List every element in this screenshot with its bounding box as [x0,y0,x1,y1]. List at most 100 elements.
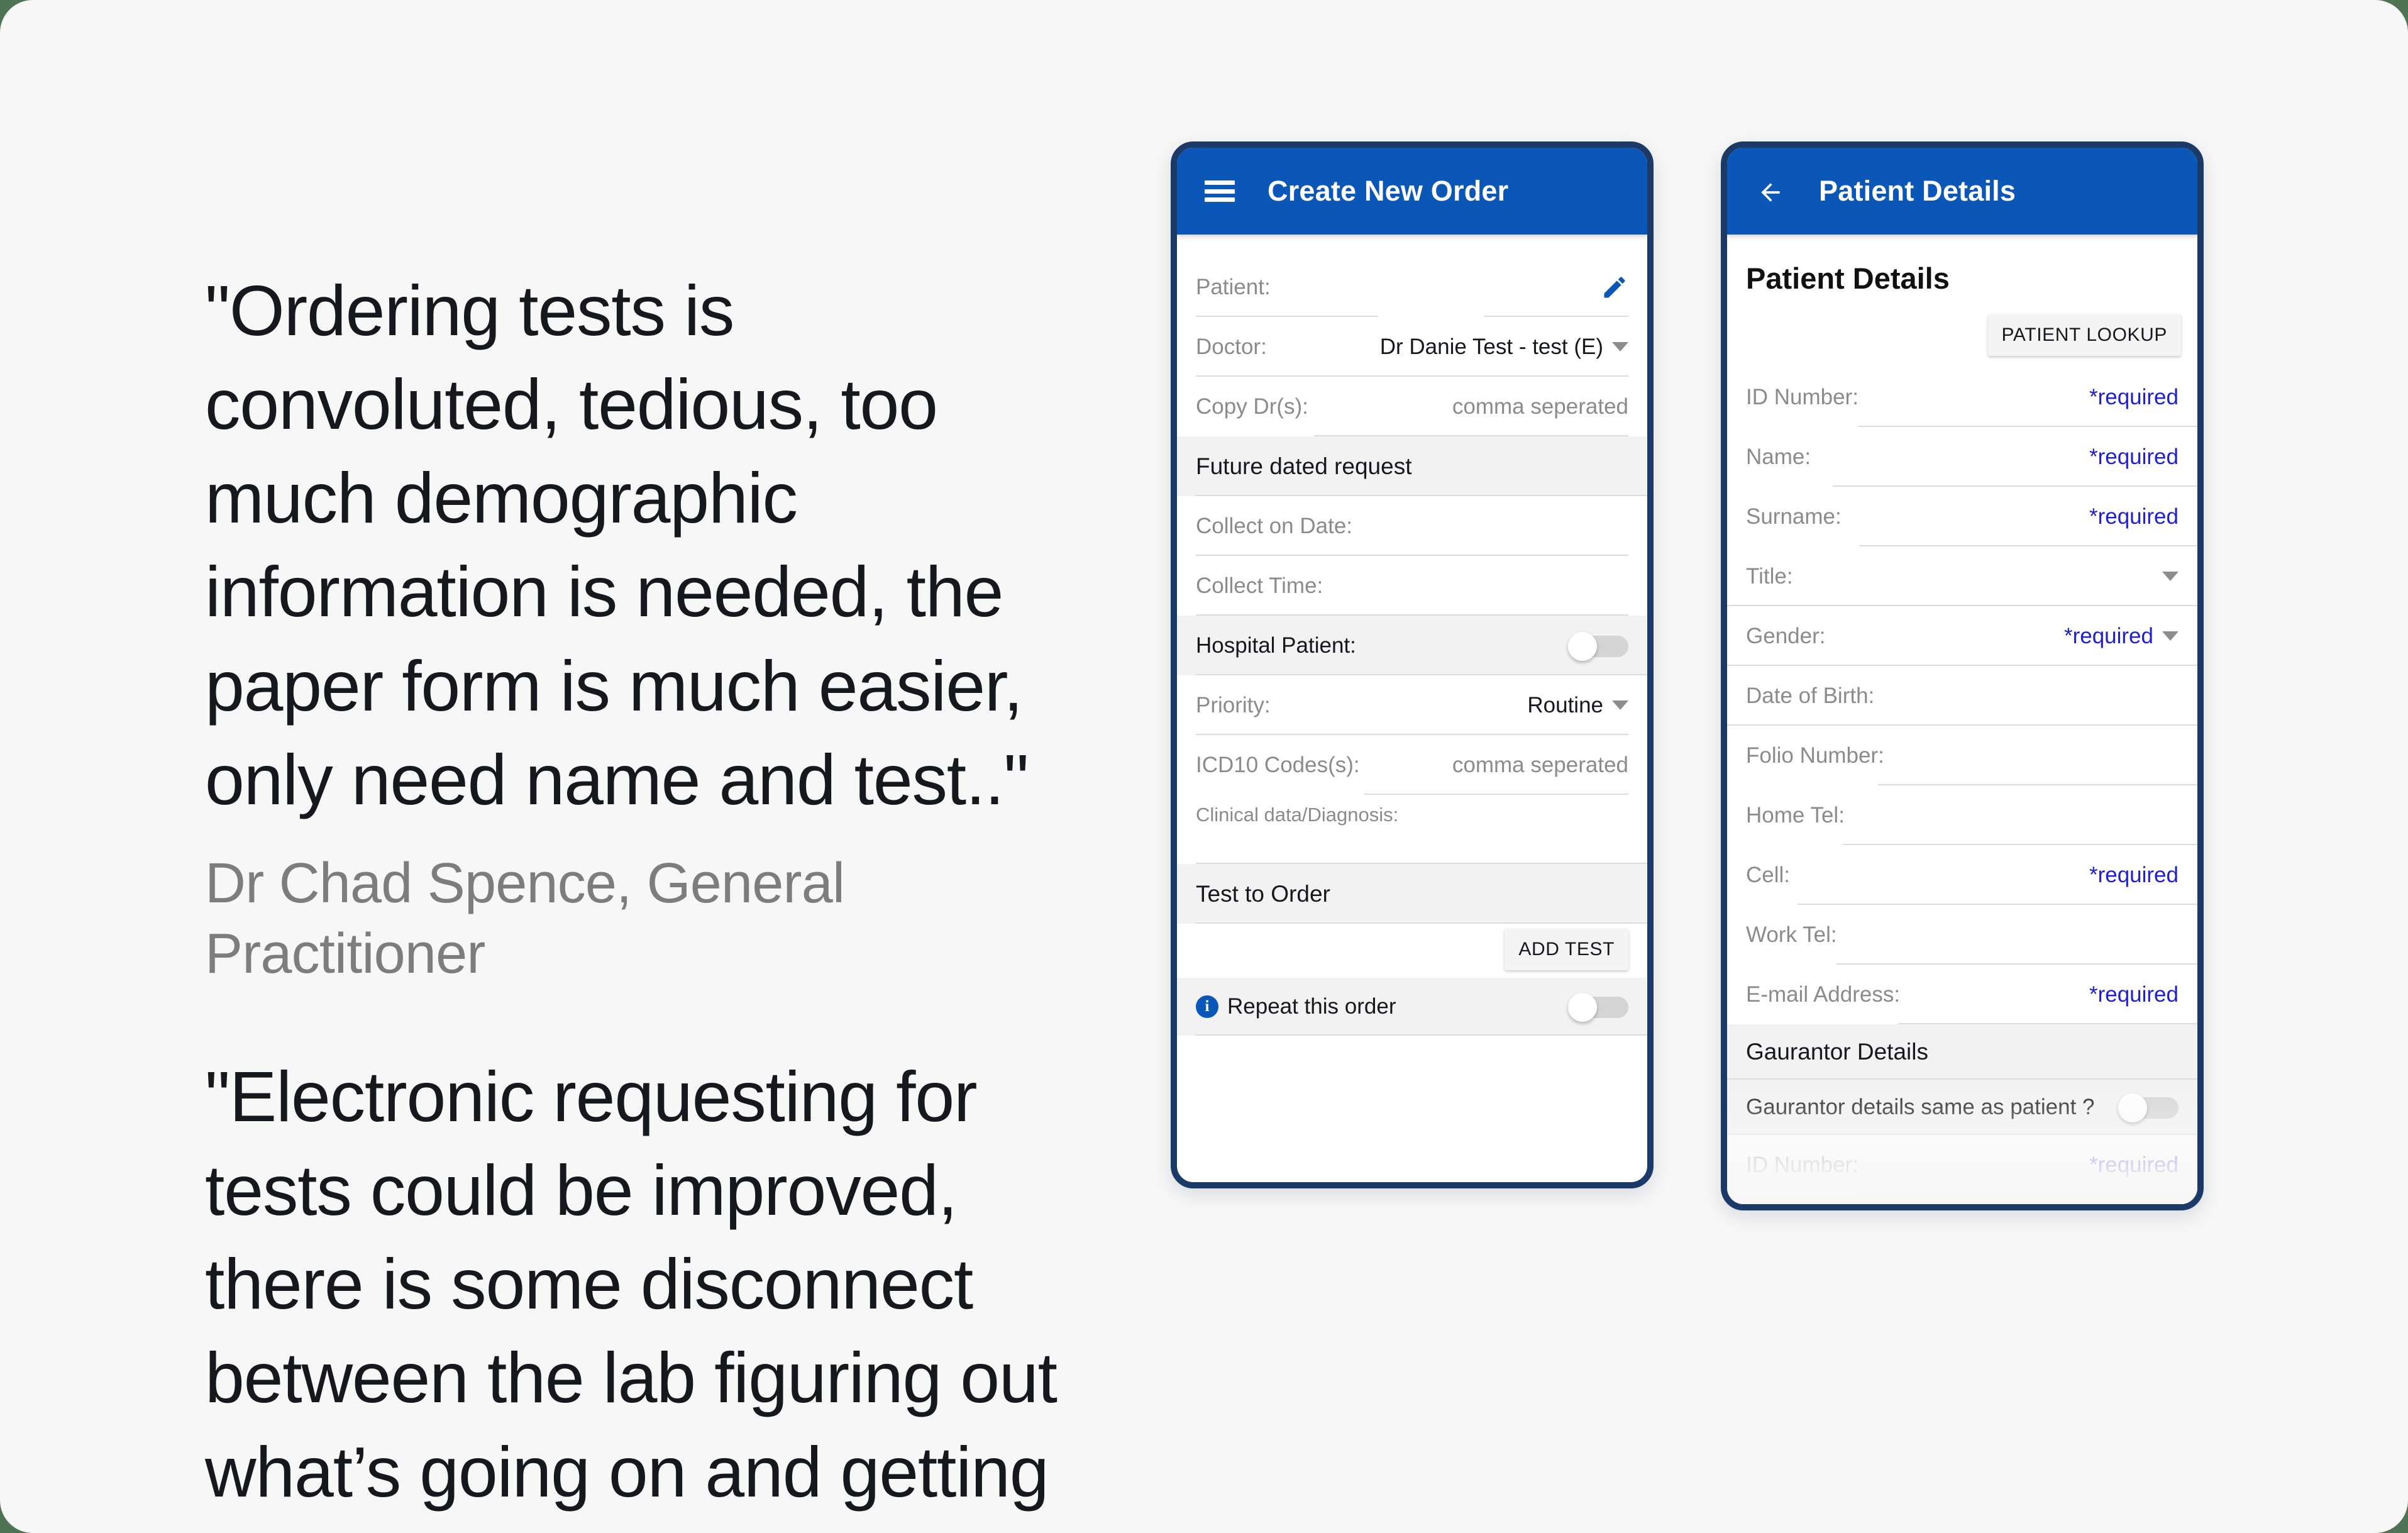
chevron-down-icon[interactable] [1612,700,1628,710]
icd10-label: ICD10 Codes(s): [1196,752,1360,777]
repeat-order-label: Repeat this order [1227,994,1396,1019]
order-appbar: Create New Order [1177,148,1647,235]
priority-value: Routine [1527,692,1603,717]
field-row-repeat-order[interactable]: i Repeat this order [1177,978,1647,1036]
field-row-surname[interactable]: Surname: *required [1727,487,2197,546]
field-row-collect-date[interactable]: Collect on Date: [1177,496,1647,556]
field-label: Folio Number: [1746,743,1884,768]
field-row-guarantor-id-number[interactable]: ID Number: *required [1727,1135,2197,1195]
toggle-thumb [2118,1093,2147,1122]
required-badge: *required [2089,982,2179,1007]
guarantor-same-label: Gaurantor details same as patient ? [1746,1095,2095,1119]
hospital-patient-toggle[interactable] [1568,631,1628,661]
field-row-name[interactable]: Name: *required [1727,427,2197,487]
chevron-down-icon[interactable] [2162,631,2179,641]
field-row-work-tel[interactable]: Work Tel: [1727,905,2197,965]
field-label: Work Tel: [1746,922,1837,947]
info-icon[interactable]: i [1196,995,1218,1018]
field-row-doctor[interactable]: Doctor: Dr Danie Test - test (E) [1177,317,1647,377]
quote-block-1: "Ordering tests is convoluted, tedious, … [205,264,1098,990]
chevron-down-icon[interactable] [1612,342,1628,351]
field-label: E-mail Address: [1746,982,1901,1007]
hamburger-icon[interactable] [1205,180,1235,202]
field-row-priority[interactable]: Priority: Routine [1177,675,1647,735]
field-label: ID Number: [1746,1152,1858,1177]
collect-on-date-label: Collect on Date: [1196,513,1353,538]
collect-time-label: Collect Time: [1196,573,1323,598]
quotes-column: "Ordering tests is convoluted, tedious, … [205,264,1098,1533]
patient-appbar: Patient Details [1727,148,2197,235]
add-test-button[interactable]: ADD TEST [1505,929,1628,970]
field-row-home-tel[interactable]: Home Tel: [1727,785,2197,845]
icd10-placeholder: comma seperated [1452,752,1628,777]
field-row-date-of-birth[interactable]: Date of Birth: [1727,666,2197,726]
field-row-id-number[interactable]: ID Number: *required [1727,367,2197,427]
field-label: Cell: [1746,862,1791,887]
copy-drs-label: Copy Dr(s): [1196,394,1308,419]
field-label: Surname: [1746,504,1842,529]
patient-appbar-title: Patient Details [1819,175,2016,207]
required-badge: *required [2089,384,2179,409]
required-badge: *required [2089,1152,2179,1177]
doctor-label: Doctor: [1196,334,1267,359]
priority-label: Priority: [1196,692,1271,717]
required-badge: *required [2089,444,2179,469]
slide-canvas: "Ordering tests is convoluted, tedious, … [0,0,2408,1533]
field-label: Name: [1746,444,1811,469]
quote-text: "Ordering tests is convoluted, tedious, … [205,271,1029,819]
toggle-thumb [1568,993,1597,1022]
field-row-guarantor-name[interactable]: Name: *required [1727,1195,2197,1204]
page-title: Patient Details [1746,262,1950,295]
guarantor-details-heading: Gaurantor Details [1746,1039,1928,1065]
field-row-hospital-patient[interactable]: Hospital Patient: [1177,616,1647,675]
quote-attribution: Dr Chad Spence, General Practitioner [205,851,845,986]
order-appbar-title: Create New Order [1268,175,1509,207]
section-future-dated-request: Future dated request [1177,436,1647,496]
field-label: ID Number: [1746,384,1858,409]
field-row-cell[interactable]: Cell: *required [1727,845,2197,905]
future-dated-request-heading: Future dated request [1196,453,1412,479]
field-label: Date of Birth: [1746,683,1875,708]
patient-lookup-button[interactable]: PATIENT LOOKUP [1987,314,2181,356]
pencil-icon[interactable] [1601,274,1628,301]
underline [1196,1034,1647,1036]
phone-mockup-create-order: Create New Order Patient: Doctor: Dr Dan… [1171,141,1654,1188]
order-form-body: Patient: Doctor: Dr Danie Test - test (E… [1177,235,1647,1036]
arrow-left-icon[interactable] [1755,179,1786,204]
field-row-icd10[interactable]: ICD10 Codes(s): comma seperated [1177,735,1647,795]
doctor-value: Dr Danie Test - test (E) [1379,334,1603,359]
field-row-patient[interactable]: Patient: [1177,257,1647,317]
field-label: Gender: [1746,623,1826,648]
underline [1196,922,1647,924]
required-badge: *required [2063,623,2153,648]
field-row-clinical-data[interactable]: Clinical data/Diagnosis: [1177,795,1647,864]
patient-form-body: Patient Details PATIENT LOOKUP ID Number… [1727,235,2197,1204]
clinical-data-label: Clinical data/Diagnosis: [1196,804,1399,826]
field-row-folio-number[interactable]: Folio Number: [1727,726,2197,785]
quote-text: "Electronic requesting for tests could b… [205,1056,1058,1533]
section-test-to-order: Test to Order [1177,864,1647,924]
required-badge: *required [2089,862,2179,887]
chevron-down-icon[interactable] [2162,572,2179,581]
toggle-thumb [1568,631,1597,661]
guarantor-same-toggle[interactable] [2118,1093,2179,1122]
hospital-patient-label: Hospital Patient: [1196,633,1356,658]
field-row-title[interactable]: Title: [1727,546,2197,606]
required-badge: *required [2089,504,2179,529]
field-row-email-address[interactable]: E-mail Address: *required [1727,965,2197,1024]
phone-mockup-patient-details: Patient Details Patient Details PATIENT … [1721,141,2204,1210]
patient-label: Patient: [1196,274,1271,299]
field-row-copy-drs[interactable]: Copy Dr(s): comma seperated [1177,377,1647,436]
field-row-collect-time[interactable]: Collect Time: [1177,556,1647,616]
copy-drs-placeholder: comma seperated [1452,394,1628,419]
quote-block-2: "Electronic requesting for tests could b… [205,1050,1098,1533]
field-row-guarantor-same-as-patient[interactable]: Gaurantor details same as patient ? [1727,1080,2197,1135]
patient-lookup-row: PATIENT LOOKUP [1727,296,2197,367]
field-label: Home Tel: [1746,802,1845,827]
test-to-order-heading: Test to Order [1196,880,1330,907]
repeat-order-toggle[interactable] [1568,993,1628,1022]
field-row-gender[interactable]: Gender: *required [1727,606,2197,666]
section-guarantor-details: Gaurantor Details [1727,1024,2197,1080]
field-label: Title: [1746,563,1793,589]
add-test-button-row: ADD TEST [1177,924,1647,978]
